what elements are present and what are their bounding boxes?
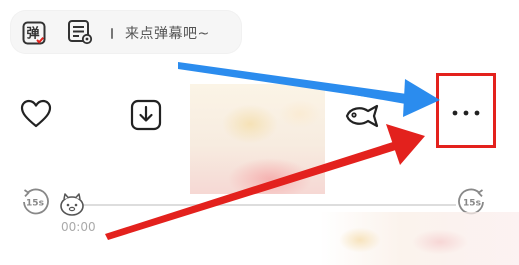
player-screen: 弹 来点弹幕吧~ 15s 15s 00:00 <box>0 0 519 265</box>
annotation-arrows <box>105 62 440 240</box>
blue-arrow <box>178 62 440 117</box>
red-arrow <box>105 124 425 240</box>
